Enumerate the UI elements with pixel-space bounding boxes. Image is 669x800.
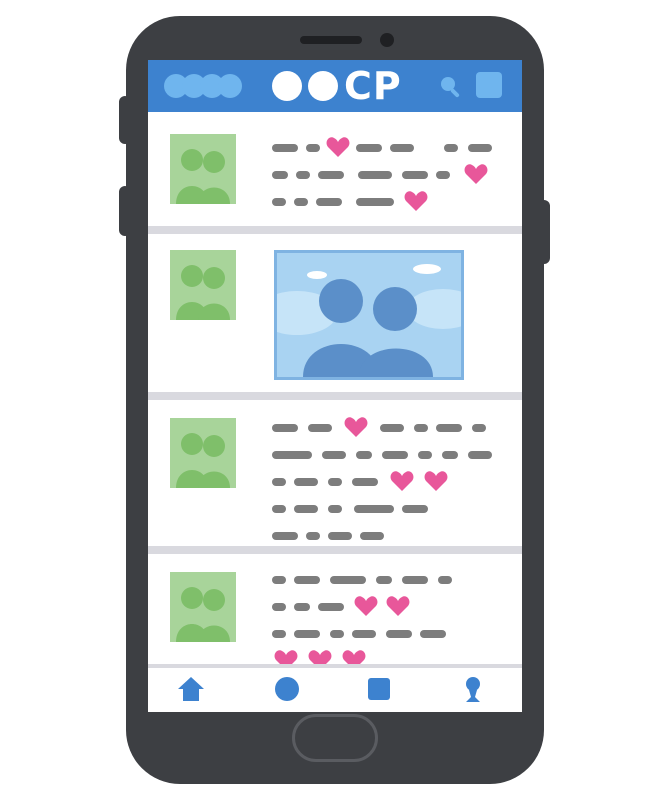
couple-photo-icon[interactable] [274, 250, 464, 380]
text-line [272, 532, 502, 542]
heart-icon [344, 417, 368, 437]
feed-post[interactable] [148, 400, 522, 546]
text-line [272, 471, 502, 491]
couple-avatar-icon [170, 572, 236, 642]
text-line [272, 137, 502, 157]
square-icon[interactable] [476, 72, 502, 98]
app-header: CP [148, 60, 522, 112]
text-line [272, 164, 502, 184]
heart-icon [464, 164, 488, 184]
text-line [272, 417, 502, 437]
heart-icon [390, 471, 414, 491]
post-divider [148, 226, 522, 234]
feed-post[interactable] [148, 234, 522, 392]
front-camera [380, 33, 394, 47]
speaker-grille [300, 36, 362, 44]
text-line [272, 505, 502, 515]
post-text [272, 417, 502, 559]
couple-avatar-icon [170, 250, 236, 320]
home-button[interactable] [292, 714, 378, 762]
text-line [272, 191, 502, 211]
circle-icon[interactable] [274, 676, 300, 702]
text-line [272, 576, 502, 586]
text-line [272, 630, 502, 640]
square-icon[interactable] [366, 676, 392, 702]
heart-icon [386, 596, 410, 616]
bottom-nav [148, 668, 522, 712]
heart-icon [326, 137, 350, 157]
search-icon[interactable] [438, 74, 462, 98]
text-line [272, 596, 502, 616]
post-divider [148, 392, 522, 400]
home-icon[interactable] [178, 676, 204, 702]
phone-screen: CP [148, 60, 522, 712]
heart-icon [404, 191, 428, 211]
couple-avatar-icon [170, 134, 236, 204]
app-brand: CP [272, 64, 402, 108]
menu-dots-icon[interactable] [164, 74, 244, 98]
brand-dot [272, 71, 302, 101]
smartphone: CP [126, 16, 544, 784]
heart-icon [354, 596, 378, 616]
heart-icon [424, 471, 448, 491]
brand-dot [308, 71, 338, 101]
post-text [272, 137, 502, 225]
text-line [272, 451, 502, 461]
couple-avatar-icon [170, 418, 236, 488]
feed-post[interactable] [148, 554, 522, 670]
feed-post[interactable] [148, 112, 522, 226]
post-divider [148, 546, 522, 554]
brand-text: CP [344, 64, 402, 108]
profile-icon[interactable] [460, 676, 486, 702]
